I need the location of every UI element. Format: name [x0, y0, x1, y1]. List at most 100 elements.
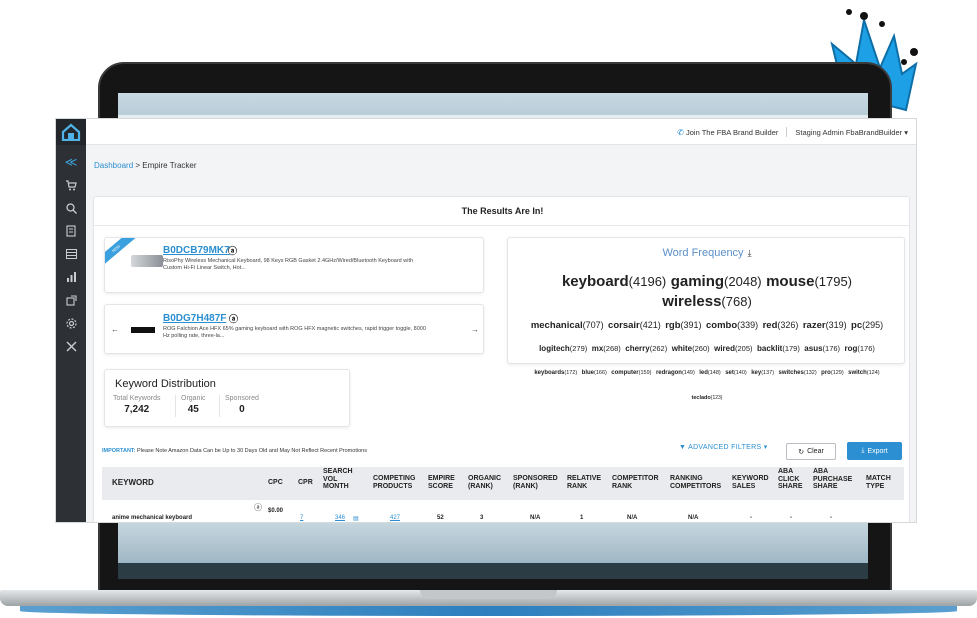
sidebar-item-list[interactable] [56, 243, 86, 265]
table-row[interactable]: anime mechanical keyboard ⓐ $0.00 7 346 … [102, 500, 904, 522]
sidebar-item-documents[interactable] [56, 220, 86, 242]
word-cloud-term[interactable]: rog(176) [845, 338, 875, 355]
advanced-filters-button[interactable]: ▼ ADVANCED FILTERS ▾ [679, 443, 768, 451]
cell-competing[interactable]: 427 [390, 515, 400, 521]
header-line: Competitors [670, 482, 722, 490]
word-cloud-term[interactable]: rgb(391) [665, 315, 701, 332]
column-header-match-type[interactable]: Match Type [866, 475, 891, 490]
word-cloud-term[interactable]: gaming(2048) [671, 273, 762, 290]
word-cloud-term[interactable]: wired(205) [714, 338, 752, 355]
term-count: (172) [564, 370, 578, 376]
user-menu[interactable]: Staging Admin FbaBrandBuilder ▾ [795, 128, 908, 137]
term-count: (391) [680, 320, 702, 330]
sidebar-item-tools[interactable] [56, 335, 86, 357]
word-cloud-term[interactable]: mechanical(707) [531, 315, 604, 332]
organic-stat: Organic 45 [181, 395, 206, 415]
word-cloud-term[interactable]: pc(295) [851, 315, 883, 332]
cell-competitor-rank: N/A [627, 515, 638, 521]
column-header-empire-score[interactable]: Empire Score [428, 475, 455, 490]
product-description: RisoPhy Wireless Mechanical Keyboard, 98… [163, 258, 463, 272]
header-line: Competitor [612, 475, 659, 482]
term-count: (339) [737, 320, 759, 330]
table-header: KEYWORD CPC CPR SEARCH VOL MONTH Competi… [102, 467, 904, 500]
arrow-left-icon[interactable]: ← [111, 325, 119, 334]
word-cloud-row: keyboard(4196) gaming(2048) mouse(1795) … [516, 272, 898, 312]
column-header-keyword[interactable]: KEYWORD [112, 479, 154, 487]
word-cloud-term[interactable]: set(140) [725, 361, 747, 378]
arrow-right-icon[interactable]: → [471, 325, 479, 334]
word-cloud-term[interactable]: corsair(421) [608, 315, 661, 332]
sidebar-logo[interactable] [56, 119, 86, 145]
cell-search-vol[interactable]: 346 [335, 515, 345, 521]
cell-empire-score: 52 [437, 515, 444, 521]
column-header-aba-click-share[interactable]: ABA Click Share [778, 468, 803, 491]
word-cloud-term[interactable]: pro(129) [821, 361, 844, 378]
clear-button[interactable]: ↻ Clear [786, 443, 836, 460]
term-word: mx [591, 344, 604, 353]
sidebar-item-reports[interactable] [56, 289, 86, 311]
term-word: backlit [756, 344, 783, 353]
caret-down-icon: ▾ [904, 127, 908, 137]
join-link[interactable]: ✆ Join The FBA Brand Builder [677, 128, 778, 137]
word-cloud-term[interactable]: teclado(123) [692, 386, 723, 403]
word-cloud-term[interactable]: backlit(179) [757, 338, 800, 355]
breadcrumb-dashboard[interactable]: Dashboard [94, 161, 133, 170]
header-line: Sales [732, 482, 756, 490]
export-button[interactable]: ⤓ Export [847, 442, 902, 460]
cell-organic: 3 [480, 515, 484, 521]
sidebar-item-analytics[interactable] [56, 266, 86, 288]
word-cloud-term[interactable]: redragon(149) [656, 361, 695, 378]
sidebar-item-settings[interactable] [56, 312, 86, 334]
sidebar-item-search[interactable] [56, 197, 86, 219]
cell-cpr[interactable]: 7 [300, 515, 303, 521]
product-card[interactable]: ← B0DG7H487F ⓐ ROG Falchion Ace HFX 65% … [104, 304, 484, 354]
word-cloud-term[interactable]: wireless(768) [662, 293, 752, 310]
word-cloud-term[interactable]: key(137) [751, 361, 774, 378]
cell-sponsored: N/A [530, 515, 541, 521]
column-header-search-vol[interactable]: SEARCH VOL MONTH [323, 468, 353, 491]
word-cloud-term[interactable]: asus(176) [804, 338, 840, 355]
word-cloud-term[interactable]: led(148) [699, 361, 721, 378]
stat-label: Sponsored [225, 395, 259, 402]
amazon-badge-icon: ⓐ [254, 503, 262, 512]
word-cloud-term[interactable]: razer(319) [803, 315, 847, 332]
term-count: (319) [825, 320, 847, 330]
column-header-cpr[interactable]: CPR [298, 479, 313, 487]
word-cloud-term[interactable]: keyboard(4196) [562, 273, 666, 290]
word-cloud-term[interactable]: mx(268) [592, 338, 621, 355]
sidebar-item-tracker[interactable]: ≪ [56, 151, 86, 173]
column-header-aba-purchase-share[interactable]: ABA Purchase Share [813, 468, 852, 491]
download-icon[interactable]: ⤓ [748, 248, 752, 258]
word-cloud-term[interactable]: switch(124) [848, 361, 880, 378]
word-cloud-term[interactable]: keyboards(172) [534, 361, 577, 378]
word-cloud-term[interactable]: blue(166) [582, 361, 607, 378]
word-cloud-term[interactable]: red(326) [763, 315, 799, 332]
word-cloud-term[interactable]: cherry(262) [625, 338, 667, 355]
topbar: ✆ Join The FBA Brand Builder Staging Adm… [86, 119, 916, 145]
term-count: (166) [594, 370, 607, 376]
user-label: Staging Admin FbaBrandBuilder [795, 127, 903, 137]
word-cloud-term[interactable]: mouse(1795) [766, 273, 852, 290]
column-header-competing[interactable]: Competing Products [373, 475, 415, 490]
column-header-ranking-competitors[interactable]: Ranking Competitors [670, 475, 721, 490]
term-count: (707) [582, 320, 604, 330]
column-header-organic[interactable]: Organic (Rank) [468, 475, 501, 490]
column-header-sponsored[interactable]: Sponsored (Rank) [513, 475, 558, 490]
column-header-competitor-rank[interactable]: Competitor Rank [612, 475, 659, 490]
chart-icon[interactable]: ▤ [353, 515, 359, 522]
term-word: teclado [691, 395, 711, 401]
column-header-cpc[interactable]: CPC [268, 479, 283, 487]
product-asin-link[interactable]: B0DG7H487F [163, 313, 226, 324]
word-cloud-term[interactable]: computer(159) [611, 361, 651, 378]
sidebar-item-cart[interactable] [56, 174, 86, 196]
product-card[interactable]: NEW B0DCB79MK7 ⓐ RisoPhy Wireless Mechan… [104, 237, 484, 293]
word-cloud-term[interactable]: logitech(279) [539, 338, 587, 355]
column-header-relative-rank[interactable]: Relative Rank [567, 475, 601, 490]
product-asin-link[interactable]: B0DCB79MK7 [163, 245, 230, 256]
column-header-keyword-sales[interactable]: Keyword Sales [732, 475, 769, 490]
word-cloud-term[interactable]: switches(132) [779, 361, 817, 378]
word-cloud-term[interactable]: white(260) [672, 338, 710, 355]
word-cloud-term[interactable]: combo(339) [706, 315, 758, 332]
term-word: blue [581, 370, 594, 376]
term-count: (1795) [814, 274, 853, 289]
